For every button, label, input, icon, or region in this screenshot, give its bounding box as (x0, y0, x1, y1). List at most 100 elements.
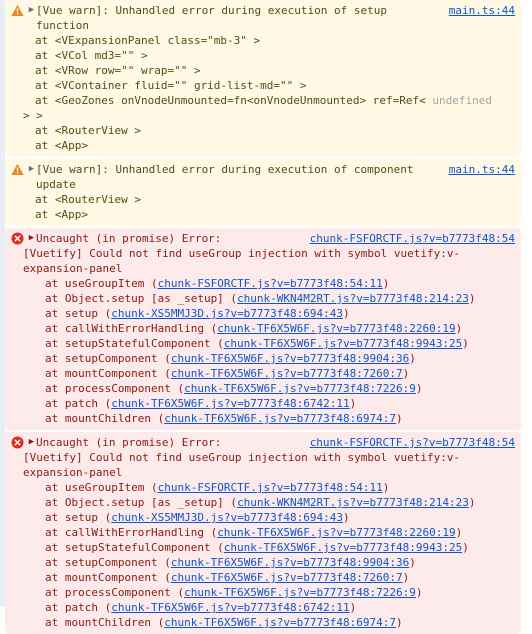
stack-frame-location[interactable]: chunk-TF6X5W6F.js?v=b7773f48:7226:9 (184, 382, 416, 395)
stack-frame: at processComponent (chunk-TF6X5W6F.js?v… (11, 585, 515, 600)
stack-frame-location[interactable]: chunk-TF6X5W6F.js?v=b7773f48:6742:11 (111, 601, 349, 614)
console-message-error[interactable]: ▶ Uncaught (in promise) Error: chunk-FSF… (5, 432, 521, 634)
component-trace-line: at <VCol md3="" > (35, 49, 148, 62)
error-circle-icon (11, 232, 24, 245)
stack-frame-location[interactable]: chunk-TF6X5W6F.js?v=b7773f48:7226:9 (184, 586, 416, 599)
error-circle-icon (11, 436, 24, 449)
stack-frame-function: at mountComponent ( (45, 367, 171, 380)
stack-frame-location[interactable]: chunk-XS5MMJ3D.js?v=b7773f48:694:43 (111, 307, 343, 320)
undefined-token: undefined (432, 94, 492, 107)
stack-frame: at setupStatefulComponent (chunk-TF6X5W6… (11, 540, 515, 555)
stack-frame: at mountChildren (chunk-TF6X5W6F.js?v=b7… (11, 615, 515, 630)
expand-arrow-icon[interactable]: ▶ (27, 435, 36, 450)
expand-arrow-icon[interactable]: ▶ (27, 3, 36, 18)
component-trace-line: at <RouterView > (35, 193, 141, 206)
stack-frame: at useGroupItem (chunk-FSFORCTF.js?v=b77… (11, 480, 515, 495)
stack-frame-function: at Object.setup [as _setup] ( (45, 496, 238, 509)
stack-frame-location[interactable]: chunk-TF6X5W6F.js?v=b7773f48:7260:7 (171, 571, 403, 584)
stack-frame: at Object.setup [as _setup] (chunk-WKN4M… (11, 291, 515, 306)
stack-frame: at setupComponent (chunk-TF6X5W6F.js?v=b… (11, 351, 515, 366)
stack-frame-end: ) (396, 616, 403, 629)
stack-frame-function: at patch ( (45, 601, 112, 614)
stack-frame: at setupStatefulComponent (chunk-TF6X5W6… (11, 336, 515, 351)
stack-frame-location[interactable]: chunk-WKN4M2RT.js?v=b7773f48:214:23 (237, 496, 469, 509)
console-message-error[interactable]: ▶ Uncaught (in promise) Error: chunk-FSF… (5, 228, 521, 430)
stack-frame-function: at patch ( (45, 397, 112, 410)
error-message-text: Uncaught (in promise) Error: (36, 232, 222, 245)
stack-frame-function: at callWithErrorHandling ( (45, 526, 218, 539)
warning-message-text: [Vue warn]: Unhandled error during execu… (36, 4, 394, 32)
stack-frame-end: ) (343, 511, 350, 524)
devtools-console-panel[interactable]: ▶ [Vue warn]: Unhandled error during exe… (0, 0, 532, 634)
stack-frame-function: at mountChildren ( (45, 616, 165, 629)
message-header-row: ▶ Uncaught (in promise) Error: chunk-FSF… (11, 231, 515, 246)
message-header-row: ▶ Uncaught (in promise) Error: chunk-FSF… (11, 435, 515, 450)
stack-frame-location[interactable]: chunk-TF6X5W6F.js?v=b7773f48:9904:36 (171, 556, 409, 569)
stack-frame: at mountComponent (chunk-TF6X5W6F.js?v=b… (11, 366, 515, 381)
stack-frame-location[interactable]: chunk-TF6X5W6F.js?v=b7773f48:9943:25 (224, 337, 462, 350)
stack-frame-end: ) (349, 601, 357, 614)
stack-frame-end: ) (409, 556, 416, 569)
trace-text: at <GeoZones onVnodeUnmounted=fn<onVnode… (35, 94, 433, 107)
stack-frame-function: at mountComponent ( (45, 571, 171, 584)
stack-frame-location[interactable]: chunk-FSFORCTF.js?v=b7773f48:54:11 (158, 481, 383, 494)
stack-frame-end: ) (349, 397, 357, 410)
expand-arrow-icon[interactable]: ▶ (27, 162, 36, 177)
warning-message-text: [Vue warn]: Unhandled error during execu… (36, 163, 421, 191)
stack-frame: at setup (chunk-XS5MMJ3D.js?v=b7773f48:6… (11, 306, 515, 321)
stack-frame-end: ) (462, 541, 469, 554)
stack-frame-location[interactable]: chunk-TF6X5W6F.js?v=b7773f48:6974:7 (164, 616, 396, 629)
stack-frame-end: ) (415, 586, 423, 599)
stack-frame-end: ) (468, 292, 476, 305)
stack-frame-function: at setupComponent ( (45, 352, 171, 365)
stack-frame-function: at processComponent ( (45, 382, 185, 395)
stack-frame-location[interactable]: chunk-WKN4M2RT.js?v=b7773f48:214:23 (237, 292, 469, 305)
stack-frame-function: at setupComponent ( (45, 556, 171, 569)
stack-frame: at patch (chunk-TF6X5W6F.js?v=b7773f48:6… (11, 600, 515, 615)
stack-frame-location[interactable]: chunk-TF6X5W6F.js?v=b7773f48:6742:11 (111, 397, 349, 410)
source-link[interactable]: main.ts:44 (449, 3, 515, 18)
component-trace-line: at <VExpansionPanel class="mb-3" > (35, 34, 261, 47)
stack-frame-end: ) (415, 382, 423, 395)
error-message-text: Uncaught (in promise) Error: (36, 436, 222, 449)
stack-frame: at callWithErrorHandling (chunk-TF6X5W6F… (11, 525, 515, 540)
stack-frame: at callWithErrorHandling (chunk-TF6X5W6F… (11, 321, 515, 336)
component-trace-line: at <App> (35, 208, 88, 221)
source-link[interactable]: main.ts:44 (449, 162, 515, 177)
stack-frame-location[interactable]: chunk-TF6X5W6F.js?v=b7773f48:6974:7 (164, 412, 396, 425)
component-trace-line-geozones: at <GeoZones onVnodeUnmounted=fn<onVnode… (11, 93, 515, 108)
stack-frame: at processComponent (chunk-TF6X5W6F.js?v… (11, 381, 515, 396)
error-detail-message: [Vuetify] Could not find useGroup inject… (23, 247, 461, 275)
source-link[interactable]: chunk-FSFORCTF.js?v=b7773f48:54 (310, 435, 515, 450)
stack-frame-location[interactable]: chunk-XS5MMJ3D.js?v=b7773f48:694:43 (111, 511, 343, 524)
warning-triangle-icon (11, 4, 24, 17)
message-header-row: ▶ [Vue warn]: Unhandled error during exe… (11, 3, 515, 33)
stack-frame: at useGroupItem (chunk-FSFORCTF.js?v=b77… (11, 276, 515, 291)
stack-frame-function: at mountChildren ( (45, 412, 165, 425)
warning-triangle-icon (11, 163, 24, 176)
stack-frame: at mountChildren (chunk-TF6X5W6F.js?v=b7… (11, 411, 515, 426)
console-message-warning[interactable]: ▶ [Vue warn]: Unhandled error during exe… (5, 159, 521, 226)
stack-frame: at Object.setup [as _setup] (chunk-WKN4M… (11, 495, 515, 510)
stack-frame-end: ) (402, 367, 410, 380)
stack-frame-location[interactable]: chunk-TF6X5W6F.js?v=b7773f48:9904:36 (171, 352, 409, 365)
stack-frame-function: at processComponent ( (45, 586, 185, 599)
stack-frame-function: at useGroupItem ( (45, 277, 158, 290)
stack-frame-location[interactable]: chunk-FSFORCTF.js?v=b7773f48:54:11 (158, 277, 383, 290)
stack-frame-location[interactable]: chunk-TF6X5W6F.js?v=b7773f48:9943:25 (224, 541, 462, 554)
stack-frame-location[interactable]: chunk-TF6X5W6F.js?v=b7773f48:2260:19 (217, 322, 455, 335)
stack-frame-end: ) (455, 526, 463, 539)
source-link[interactable]: chunk-FSFORCTF.js?v=b7773f48:54 (310, 231, 515, 246)
stack-frame-end: ) (343, 307, 350, 320)
stack-frame-end: ) (382, 277, 390, 290)
component-trace-line: at <App> (35, 139, 88, 152)
stack-frame: at setupComponent (chunk-TF6X5W6F.js?v=b… (11, 555, 515, 570)
stack-frame: at setup (chunk-XS5MMJ3D.js?v=b7773f48:6… (11, 510, 515, 525)
component-trace-line: at <VRow row="" wrap="" > (35, 64, 201, 77)
stack-frame-location[interactable]: chunk-TF6X5W6F.js?v=b7773f48:2260:19 (217, 526, 455, 539)
error-detail-message: [Vuetify] Could not find useGroup inject… (23, 451, 461, 479)
expand-arrow-icon[interactable]: ▶ (27, 231, 36, 246)
stack-frame-location[interactable]: chunk-TF6X5W6F.js?v=b7773f48:7260:7 (171, 367, 403, 380)
stack-frame-end: ) (468, 496, 476, 509)
console-message-warning[interactable]: ▶ [Vue warn]: Unhandled error during exe… (5, 0, 521, 157)
